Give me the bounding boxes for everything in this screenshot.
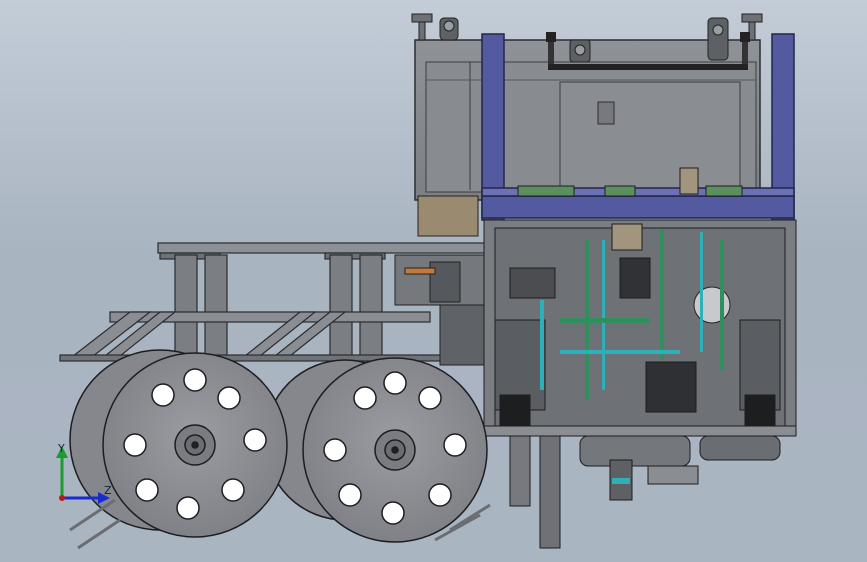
- triad-z-label: Z: [104, 484, 112, 497]
- front-wheel-right: [302, 357, 488, 543]
- cad-viewport[interactable]: Y Z: [0, 0, 867, 562]
- robot-assembly-model[interactable]: Y Z: [0, 0, 867, 562]
- mid-mechanism: [394, 195, 486, 366]
- lower-components: [509, 435, 781, 549]
- triad-y-label: Y: [57, 442, 65, 455]
- front-wheel-left: [102, 352, 288, 538]
